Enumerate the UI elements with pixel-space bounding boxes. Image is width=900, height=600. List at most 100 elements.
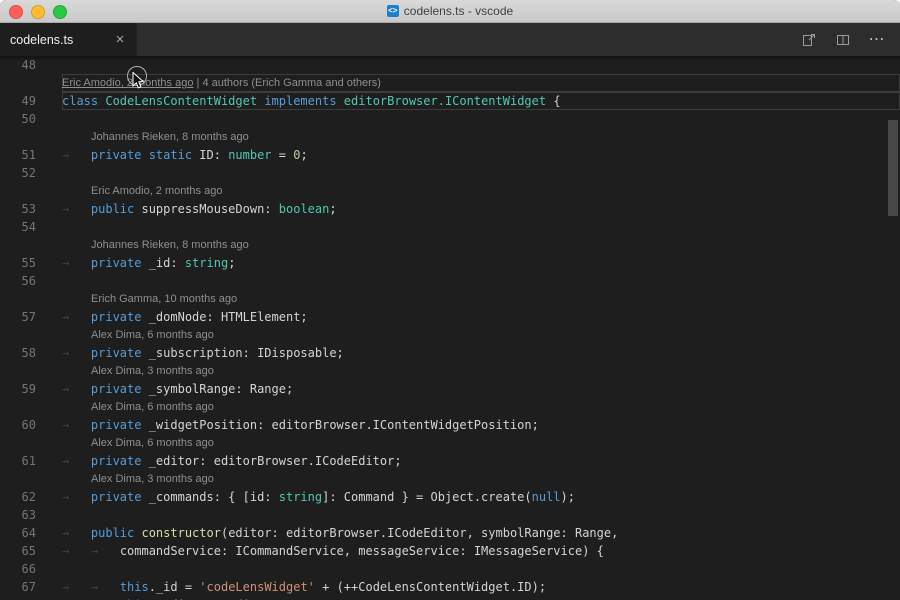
window-title: <> codelens.ts - vscode bbox=[387, 4, 513, 18]
codelens-row: Alex Dima, 3 months ago bbox=[0, 470, 900, 488]
titlebar: <> codelens.ts - vscode bbox=[0, 0, 900, 23]
line-number[interactable]: 62 bbox=[0, 488, 62, 506]
vscode-icon: <> bbox=[387, 5, 399, 17]
line-number bbox=[0, 290, 62, 308]
more-actions-button[interactable]: ⋯ bbox=[868, 31, 886, 49]
code-text[interactable]: → → this._editor = editor; bbox=[62, 596, 900, 600]
line-number bbox=[0, 326, 62, 344]
line-number[interactable]: 65 bbox=[0, 542, 62, 560]
code-text[interactable]: → private _commands: { [id: string]: Com… bbox=[62, 488, 900, 506]
line-number[interactable]: 58 bbox=[0, 344, 62, 362]
line-number[interactable]: 63 bbox=[0, 506, 62, 524]
line-number[interactable]: 49 bbox=[0, 92, 62, 110]
code-line: 59→ private _symbolRange: Range; bbox=[0, 380, 900, 398]
line-number[interactable]: 50 bbox=[0, 110, 62, 128]
line-number[interactable]: 53 bbox=[0, 200, 62, 218]
line-number[interactable]: 68 bbox=[0, 596, 62, 600]
code-line: 66 bbox=[0, 560, 900, 578]
codelens-row: Alex Dima, 3 months ago bbox=[0, 362, 900, 380]
code-text[interactable]: → → commandService: ICommandService, mes… bbox=[62, 542, 900, 560]
codelens-row: Alex Dima, 6 months ago bbox=[0, 326, 900, 344]
codelens-row: Johannes Rieken, 8 months ago bbox=[0, 128, 900, 146]
close-window-button[interactable] bbox=[9, 5, 23, 19]
code-line: 57→ private _domNode: HTMLElement; bbox=[0, 308, 900, 326]
codelens-link[interactable]: Erich Gamma, 10 months ago bbox=[91, 293, 237, 305]
line-number[interactable]: 56 bbox=[0, 272, 62, 290]
code-text[interactable] bbox=[62, 560, 900, 578]
line-number[interactable]: 54 bbox=[0, 218, 62, 236]
code-line: 68→ → this._editor = editor; bbox=[0, 596, 900, 600]
codelens-row: Alex Dima, 6 months ago bbox=[0, 434, 900, 452]
line-number[interactable]: 61 bbox=[0, 452, 62, 470]
code-line: 61→ private _editor: editorBrowser.ICode… bbox=[0, 452, 900, 470]
codelens-link[interactable]: Alex Dima, 3 months ago bbox=[91, 473, 214, 485]
codelens-row: Johannes Rieken, 8 months ago bbox=[0, 236, 900, 254]
code-text[interactable]: → public suppressMouseDown: boolean; bbox=[62, 200, 900, 218]
line-number[interactable]: 66 bbox=[0, 560, 62, 578]
minimize-window-button[interactable] bbox=[31, 5, 45, 19]
tab-close-button[interactable]: × bbox=[112, 32, 128, 47]
code-text[interactable] bbox=[62, 506, 900, 524]
line-number[interactable]: 67 bbox=[0, 578, 62, 596]
editor-actions: ⋯ bbox=[800, 23, 900, 56]
code-text[interactable]: → → this._id = 'codeLensWidget' + (++Cod… bbox=[62, 578, 900, 596]
code-line: 62→ private _commands: { [id: string]: C… bbox=[0, 488, 900, 506]
code-text[interactable]: → private static ID: number = 0; bbox=[62, 146, 900, 164]
open-changes-icon[interactable] bbox=[800, 31, 818, 49]
code-text[interactable]: → private _widgetPosition: editorBrowser… bbox=[62, 416, 900, 434]
codelens-link[interactable]: Alex Dima, 3 months ago bbox=[91, 365, 214, 377]
tab-codelens-ts[interactable]: codelens.ts × bbox=[0, 23, 137, 56]
code-line: 60→ private _widgetPosition: editorBrows… bbox=[0, 416, 900, 434]
line-number[interactable]: 64 bbox=[0, 524, 62, 542]
line-number[interactable]: 57 bbox=[0, 308, 62, 326]
line-number bbox=[0, 434, 62, 452]
code-line: 55→ private _id: string; bbox=[0, 254, 900, 272]
vertical-scrollbar-thumb[interactable] bbox=[888, 120, 898, 216]
code-text[interactable] bbox=[62, 218, 900, 236]
line-number[interactable]: 48 bbox=[0, 56, 62, 74]
line-number bbox=[0, 74, 62, 92]
line-number[interactable]: 59 bbox=[0, 380, 62, 398]
code-text[interactable]: → private _subscription: IDisposable; bbox=[62, 344, 900, 362]
code-text[interactable] bbox=[62, 164, 900, 182]
editor: 48Eric Amodio, 2 months ago | 4 authors … bbox=[0, 56, 900, 600]
codelens-row: Alex Dima, 6 months ago bbox=[0, 398, 900, 416]
code-text[interactable] bbox=[62, 272, 900, 290]
line-number[interactable]: 52 bbox=[0, 164, 62, 182]
codelens-link[interactable]: Alex Dima, 6 months ago bbox=[91, 401, 214, 413]
code-text[interactable]: → private _symbolRange: Range; bbox=[62, 380, 900, 398]
code-text[interactable]: → private _domNode: HTMLElement; bbox=[62, 308, 900, 326]
code-line: 51→ private static ID: number = 0; bbox=[0, 146, 900, 164]
window-controls bbox=[9, 5, 67, 19]
codelens-link[interactable]: Johannes Rieken, 8 months ago bbox=[91, 131, 249, 143]
code-line: 50 bbox=[0, 110, 900, 128]
code-text[interactable]: class CodeLensContentWidget implements e… bbox=[62, 92, 900, 110]
line-number bbox=[0, 182, 62, 200]
code-line: 58→ private _subscription: IDisposable; bbox=[0, 344, 900, 362]
codelens-link[interactable]: Alex Dima, 6 months ago bbox=[91, 329, 214, 341]
code-line: 49class CodeLensContentWidget implements… bbox=[0, 92, 900, 110]
code-text[interactable]: → private _id: string; bbox=[62, 254, 900, 272]
code-line: 53→ public suppressMouseDown: boolean; bbox=[0, 200, 900, 218]
code-text[interactable] bbox=[62, 110, 900, 128]
code-line: 65→ → commandService: ICommandService, m… bbox=[0, 542, 900, 560]
line-number bbox=[0, 236, 62, 254]
codelens-link[interactable]: Eric Amodio, 2 months ago bbox=[91, 185, 222, 197]
code-text[interactable]: → private _editor: editorBrowser.ICodeEd… bbox=[62, 452, 900, 470]
zoom-window-button[interactable] bbox=[53, 5, 67, 19]
codelens-author-link[interactable]: Eric Amodio, 2 months ago bbox=[62, 77, 193, 89]
codelens-link[interactable]: Alex Dima, 6 months ago bbox=[91, 437, 214, 449]
line-number bbox=[0, 128, 62, 146]
code-text[interactable]: → public constructor(editor: editorBrows… bbox=[62, 524, 900, 542]
line-number bbox=[0, 362, 62, 380]
codelens-link[interactable]: 4 authors (Erich Gamma and others) bbox=[202, 77, 381, 89]
line-number[interactable]: 60 bbox=[0, 416, 62, 434]
line-number[interactable]: 51 bbox=[0, 146, 62, 164]
code-line: 67→ → this._id = 'codeLensWidget' + (++C… bbox=[0, 578, 900, 596]
code-text[interactable] bbox=[62, 56, 900, 74]
codelens-link[interactable]: Johannes Rieken, 8 months ago bbox=[91, 239, 249, 251]
vscode-window: <> codelens.ts - vscode codelens.ts × bbox=[0, 0, 900, 600]
codelens-row: Erich Gamma, 10 months ago bbox=[0, 290, 900, 308]
split-editor-icon[interactable] bbox=[834, 31, 852, 49]
line-number[interactable]: 55 bbox=[0, 254, 62, 272]
